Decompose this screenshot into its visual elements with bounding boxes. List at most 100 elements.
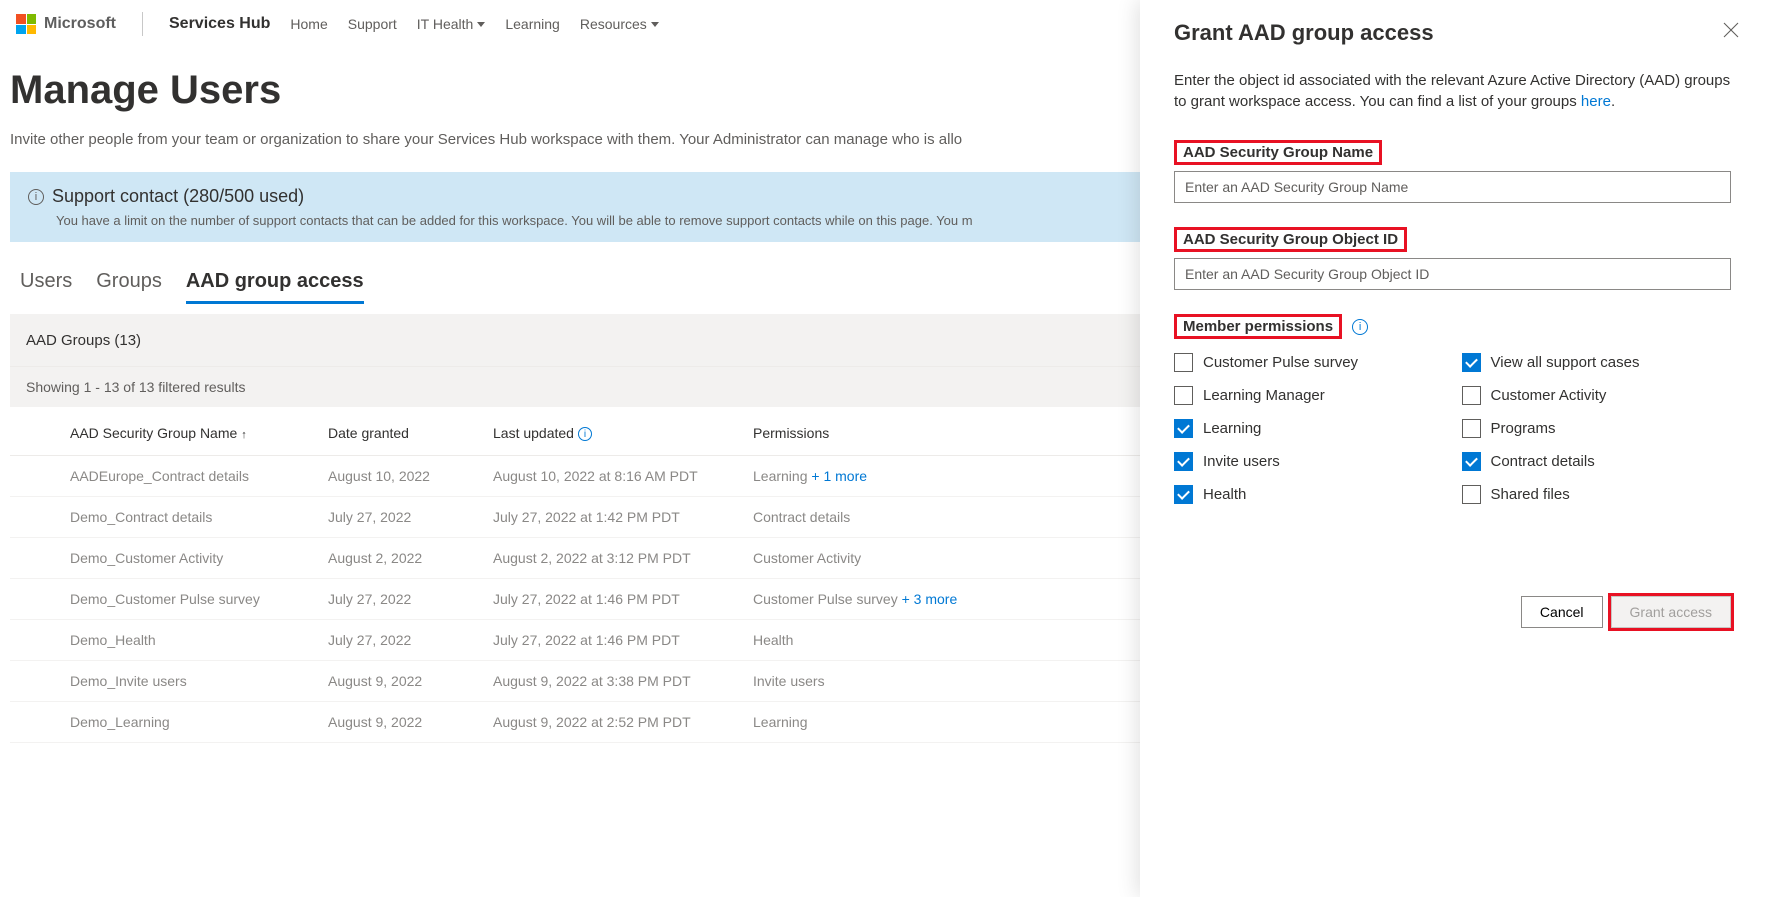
permission-option[interactable]: Shared files	[1462, 485, 1732, 504]
microsoft-logo[interactable]: Microsoft	[16, 14, 116, 34]
cell-granted: July 27, 2022	[328, 509, 493, 525]
checkbox-checked-icon[interactable]	[1174, 485, 1193, 504]
col-header-granted[interactable]: Date granted	[328, 425, 493, 441]
cell-permissions: Contract details	[753, 509, 1013, 525]
permission-label: Customer Pulse survey	[1203, 354, 1358, 371]
microsoft-name: Microsoft	[44, 15, 116, 33]
cell-permissions: Customer Activity	[753, 550, 1013, 566]
col-header-updated[interactable]: Last updated i	[493, 425, 753, 441]
col-header-name[interactable]: AAD Security Group Name ↑	[70, 425, 328, 441]
cell-updated: July 27, 2022 at 1:46 PM PDT	[493, 591, 753, 607]
checkbox-icon[interactable]	[1174, 353, 1193, 372]
permission-label: Learning	[1203, 420, 1261, 437]
panel-desc-period: .	[1611, 93, 1615, 110]
permission-label: Contract details	[1491, 453, 1595, 470]
checkbox-icon[interactable]	[1462, 485, 1481, 504]
info-icon: i	[28, 189, 44, 205]
col-header-permissions[interactable]: Permissions	[753, 425, 1013, 441]
permission-option[interactable]: Customer Activity	[1462, 386, 1732, 405]
permission-label: Invite users	[1203, 453, 1280, 470]
cell-name: Demo_Customer Pulse survey	[70, 591, 328, 607]
permission-label: View all support cases	[1491, 354, 1640, 371]
cancel-button[interactable]: Cancel	[1521, 596, 1603, 628]
cell-permissions: Invite users	[753, 673, 1013, 689]
nav-ithealth[interactable]: IT Health	[417, 16, 486, 32]
permission-option[interactable]: Learning	[1174, 419, 1444, 438]
permission-option[interactable]: Learning Manager	[1174, 386, 1444, 405]
checkbox-checked-icon[interactable]	[1174, 452, 1193, 471]
panel-here-link[interactable]: here	[1581, 93, 1611, 110]
permission-option[interactable]: Customer Pulse survey	[1174, 353, 1444, 372]
checkbox-icon[interactable]	[1462, 386, 1481, 405]
sort-up-icon: ↑	[241, 429, 247, 441]
group-id-label: AAD Security Group Object ID	[1174, 227, 1407, 252]
checkbox-checked-icon[interactable]	[1174, 419, 1193, 438]
cell-granted: August 9, 2022	[328, 673, 493, 689]
permissions-grid: Customer Pulse survey View all support ca…	[1174, 353, 1731, 504]
tab-aad-group-access[interactable]: AAD group access	[186, 262, 364, 304]
cell-updated: August 10, 2022 at 8:16 AM PDT	[493, 468, 753, 484]
grant-aad-panel: Grant AAD group access Enter the object …	[1140, 0, 1765, 897]
group-id-input[interactable]	[1174, 258, 1731, 290]
permission-label: Customer Activity	[1491, 387, 1607, 404]
grant-access-button[interactable]: Grant access	[1611, 596, 1731, 628]
cell-name: Demo_Contract details	[70, 509, 328, 525]
nav-divider	[142, 12, 143, 36]
close-icon	[1723, 22, 1739, 38]
permission-option[interactable]: View all support cases	[1462, 353, 1732, 372]
more-permissions-link[interactable]: + 3 more	[902, 591, 958, 607]
permission-label: Health	[1203, 486, 1246, 503]
permission-option[interactable]: Invite users	[1174, 452, 1444, 471]
permission-option[interactable]: Programs	[1462, 419, 1732, 438]
cell-name: Demo_Invite users	[70, 673, 328, 689]
checkbox-icon[interactable]	[1462, 419, 1481, 438]
cell-name: Demo_Customer Activity	[70, 550, 328, 566]
cell-granted: August 2, 2022	[328, 550, 493, 566]
checkbox-checked-icon[interactable]	[1462, 452, 1481, 471]
nav-home[interactable]: Home	[290, 16, 327, 32]
group-name-input[interactable]	[1174, 171, 1731, 203]
cell-updated: July 27, 2022 at 1:42 PM PDT	[493, 509, 753, 525]
checkbox-icon[interactable]	[1174, 386, 1193, 405]
permissions-label: Member permissions	[1174, 314, 1342, 339]
cell-updated: August 2, 2022 at 3:12 PM PDT	[493, 550, 753, 566]
cell-permissions: Customer Pulse survey + 3 more	[753, 591, 1013, 607]
chevron-down-icon	[651, 22, 659, 27]
panel-footer: Cancel Grant access	[1521, 596, 1731, 628]
close-button[interactable]	[1723, 22, 1739, 41]
tab-users[interactable]: Users	[20, 262, 72, 304]
tab-groups[interactable]: Groups	[96, 262, 162, 304]
nav-support[interactable]: Support	[348, 16, 397, 32]
nav-resources-label: Resources	[580, 16, 647, 32]
panel-desc-text: Enter the object id associated with the …	[1174, 72, 1730, 110]
permission-label: Programs	[1491, 420, 1556, 437]
chevron-down-icon	[477, 22, 485, 27]
nav-learning[interactable]: Learning	[505, 16, 560, 32]
banner-title: Support contact (280/500 used)	[52, 186, 304, 207]
permission-option[interactable]: Contract details	[1462, 452, 1732, 471]
cell-granted: August 10, 2022	[328, 468, 493, 484]
services-hub-name[interactable]: Services Hub	[169, 15, 270, 33]
nav-ithealth-label: IT Health	[417, 16, 474, 32]
cell-permissions: Learning	[753, 714, 1013, 730]
cell-updated: August 9, 2022 at 3:38 PM PDT	[493, 673, 753, 689]
nav-resources[interactable]: Resources	[580, 16, 659, 32]
cell-name: AADEurope_Contract details	[70, 468, 328, 484]
cell-granted: July 27, 2022	[328, 591, 493, 607]
cell-permissions: Learning + 1 more	[753, 468, 1013, 484]
grid-title: AAD Groups (13)	[26, 332, 141, 349]
permission-option[interactable]: Health	[1174, 485, 1444, 504]
col-header-name-label: AAD Security Group Name	[70, 425, 237, 441]
cell-permissions: Health	[753, 632, 1013, 648]
microsoft-logo-icon	[16, 14, 36, 34]
panel-desc: Enter the object id associated with the …	[1174, 70, 1731, 112]
checkbox-checked-icon[interactable]	[1462, 353, 1481, 372]
cell-granted: August 9, 2022	[328, 714, 493, 730]
info-icon[interactable]: i	[1352, 319, 1368, 335]
more-permissions-link[interactable]: + 1 more	[811, 468, 867, 484]
cell-name: Demo_Health	[70, 632, 328, 648]
permission-label: Learning Manager	[1203, 387, 1325, 404]
col-header-updated-label: Last updated	[493, 425, 574, 441]
permission-label: Shared files	[1491, 486, 1570, 503]
info-icon[interactable]: i	[578, 427, 592, 441]
